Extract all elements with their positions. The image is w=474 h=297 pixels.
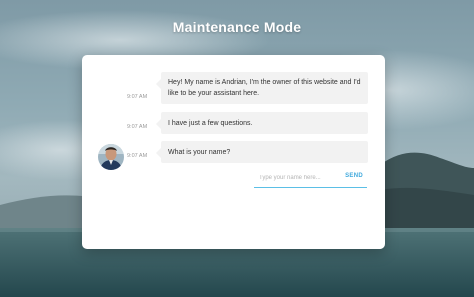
send-button[interactable]: SEND [345, 173, 363, 179]
assistant-avatar [98, 144, 124, 170]
chat-message: What is your name? [156, 141, 368, 163]
message-timestamp: 9:07 AM [127, 94, 148, 100]
page-title: Maintenance Mode [172, 19, 302, 35]
avatar-image [98, 144, 124, 170]
chat-card: 9:07 AM Hey! My name is Andrian, I'm the… [82, 55, 385, 249]
chat-message: I have just a few questions. [156, 112, 368, 134]
message-timestamp: 9:07 AM [127, 124, 148, 130]
name-input[interactable] [254, 171, 339, 185]
name-input-row: SEND [254, 171, 367, 188]
chat-message: Hey! My name is Andrian, I'm the owner o… [156, 72, 368, 104]
message-timestamp: 9:07 AM [127, 153, 148, 159]
